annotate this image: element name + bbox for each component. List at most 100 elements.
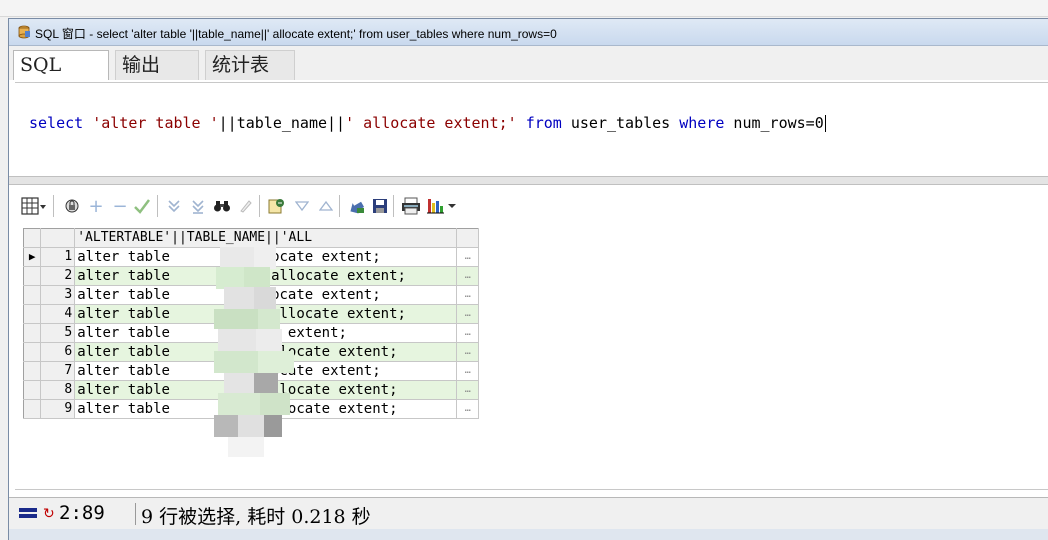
row-number[interactable]: 7 bbox=[40, 361, 76, 381]
query-all-icon[interactable] bbox=[187, 195, 209, 217]
table-row[interactable]: 9 alter table allocate extent;… bbox=[22, 399, 479, 419]
cell-ellipsis-button[interactable]: … bbox=[456, 399, 479, 419]
cell-ellipsis-button[interactable]: … bbox=[456, 266, 479, 286]
row-number[interactable]: 6 bbox=[40, 342, 76, 362]
row-number[interactable]: 5 bbox=[40, 323, 76, 343]
row-indicator bbox=[22, 266, 42, 286]
delete-record-icon[interactable]: − bbox=[109, 195, 131, 217]
row-indicator bbox=[22, 323, 42, 343]
tab-bar: SQL 输出 统计表 bbox=[9, 46, 1048, 80]
grid-corner bbox=[22, 228, 42, 248]
toolbar-separator bbox=[339, 195, 340, 217]
export-icon[interactable] bbox=[265, 195, 289, 217]
table-row[interactable]: ▶ 1 alter table llocate extent;… bbox=[22, 247, 479, 267]
print-icon[interactable] bbox=[399, 195, 423, 217]
title-bar[interactable]: SQL 窗口 - select 'alter table '||table_na… bbox=[9, 19, 1048, 46]
cell-ellipsis-button[interactable]: … bbox=[456, 342, 479, 362]
toolbar-separator bbox=[393, 195, 394, 217]
cell-ellipsis-button[interactable]: … bbox=[456, 323, 479, 343]
cell-ellipsis-button[interactable]: … bbox=[456, 247, 479, 267]
row-indicator bbox=[22, 361, 42, 381]
cell-ellipsis-button[interactable]: … bbox=[456, 380, 479, 400]
cell-ellipsis-button[interactable]: … bbox=[456, 285, 479, 305]
results-toolbar: + − bbox=[15, 189, 1048, 223]
result-cell[interactable]: alter table llocate extent; bbox=[74, 361, 458, 381]
grid-menu-icon[interactable] bbox=[19, 195, 49, 217]
toolbar-separator bbox=[157, 195, 158, 217]
row-indicator bbox=[22, 380, 42, 400]
sql-token: select bbox=[29, 114, 84, 132]
filter-up-icon[interactable] bbox=[315, 195, 337, 217]
result-cell[interactable]: alter table allocate extent; bbox=[74, 342, 458, 362]
find-binoculars-icon[interactable] bbox=[211, 195, 233, 217]
add-record-icon[interactable]: + bbox=[85, 195, 107, 217]
status-refresh-icon: ↻ bbox=[43, 506, 55, 522]
fetch-icon[interactable] bbox=[345, 195, 367, 217]
window-bottom-edge bbox=[9, 529, 1048, 540]
sql-token: where bbox=[679, 114, 725, 132]
table-row[interactable]: 6 alter table allocate extent;… bbox=[22, 342, 479, 362]
result-cell[interactable]: alter table allocate extent; bbox=[74, 399, 458, 419]
lock-icon[interactable] bbox=[61, 195, 83, 217]
results-grid[interactable]: 'ALTERTABLE'||TABLE_NAME||'ALL ▶ 1 alter t… bbox=[22, 228, 479, 419]
result-cell[interactable]: alter table allocate extent; bbox=[74, 380, 458, 400]
row-number[interactable]: 3 bbox=[40, 285, 76, 305]
row-number[interactable]: 2 bbox=[40, 266, 76, 286]
sql-token: ||table_name|| bbox=[218, 114, 346, 132]
result-cell[interactable]: alter table Z allocate extent; bbox=[74, 304, 458, 324]
cell-ellipsis-button[interactable]: … bbox=[456, 304, 479, 324]
save-icon[interactable] bbox=[369, 195, 391, 217]
clear-icon[interactable] bbox=[235, 195, 257, 217]
row-number[interactable]: 9 bbox=[40, 399, 76, 419]
tab-output[interactable]: 输出 bbox=[115, 50, 199, 80]
sql-token: ' allocate extent;' bbox=[345, 114, 517, 132]
sql-editor[interactable]: select 'alter table '||table_name||' all… bbox=[15, 82, 1048, 175]
row-indicator bbox=[22, 304, 42, 324]
row-indicator bbox=[22, 399, 42, 419]
column-header-filler bbox=[456, 228, 479, 248]
sql-token: 'alter table ' bbox=[92, 114, 219, 132]
text-caret bbox=[824, 115, 826, 132]
toolbar-separator bbox=[259, 195, 260, 217]
status-mode-icon bbox=[19, 508, 37, 518]
tab-sql[interactable]: SQL bbox=[13, 50, 109, 80]
column-header[interactable]: 'ALTERTABLE'||TABLE_NAME||'ALL bbox=[74, 228, 458, 248]
table-row[interactable]: 5 alter table cate extent;… bbox=[22, 323, 479, 343]
result-cell[interactable]: alter table cate extent; bbox=[74, 323, 458, 343]
top-strip bbox=[0, 0, 1048, 17]
filter-down-icon[interactable] bbox=[291, 195, 313, 217]
window-title: SQL 窗口 - select 'alter table '||table_na… bbox=[35, 27, 557, 41]
post-check-icon[interactable] bbox=[131, 195, 153, 217]
table-row[interactable]: 7 alter table llocate extent;… bbox=[22, 361, 479, 381]
result-cell[interactable]: alter table R allocate extent; bbox=[74, 266, 458, 286]
cell-ellipsis-button[interactable]: … bbox=[456, 361, 479, 381]
grid-body: ▶ 1 alter table llocate extent;… 2 alter tab… bbox=[22, 247, 479, 419]
table-row[interactable]: 2 alter table R allocate extent;… bbox=[22, 266, 479, 286]
table-row[interactable]: 8 alter table allocate extent;… bbox=[22, 380, 479, 400]
tab-statistics[interactable]: 统计表 bbox=[205, 50, 295, 80]
row-number[interactable]: 8 bbox=[40, 380, 76, 400]
table-row[interactable]: 3 alter table llocate extent;… bbox=[22, 285, 479, 305]
row-number-header bbox=[40, 228, 76, 248]
splitter[interactable] bbox=[9, 176, 1048, 185]
table-row[interactable]: 4 alter table Z allocate extent;… bbox=[22, 304, 479, 324]
result-cell[interactable]: alter table llocate extent; bbox=[74, 247, 458, 267]
query-down-icon[interactable] bbox=[163, 195, 185, 217]
toolbar-separator bbox=[53, 195, 54, 217]
row-indicator: ▶ bbox=[22, 247, 42, 267]
chart-icon[interactable] bbox=[425, 195, 459, 217]
result-cell[interactable]: alter table llocate extent; bbox=[74, 285, 458, 305]
row-number[interactable]: 1 bbox=[40, 247, 76, 267]
row-number[interactable]: 4 bbox=[40, 304, 76, 324]
sql-text[interactable]: select 'alter table '||table_name||' all… bbox=[29, 114, 826, 132]
status-bar: ↻ 2:89 9 行被选择, 耗时 0.218 秒 bbox=[9, 497, 1048, 529]
status-separator bbox=[135, 503, 136, 525]
row-indicator bbox=[22, 342, 42, 362]
status-message: 9 行被选择, 耗时 0.218 秒 bbox=[141, 506, 371, 528]
cursor-position: 2:89 bbox=[59, 502, 105, 524]
grid-header-row: 'ALTERTABLE'||TABLE_NAME||'ALL bbox=[22, 228, 479, 248]
sql-window-icon bbox=[18, 25, 30, 39]
sql-window: SQL 窗口 - select 'alter table '||table_na… bbox=[8, 18, 1048, 540]
